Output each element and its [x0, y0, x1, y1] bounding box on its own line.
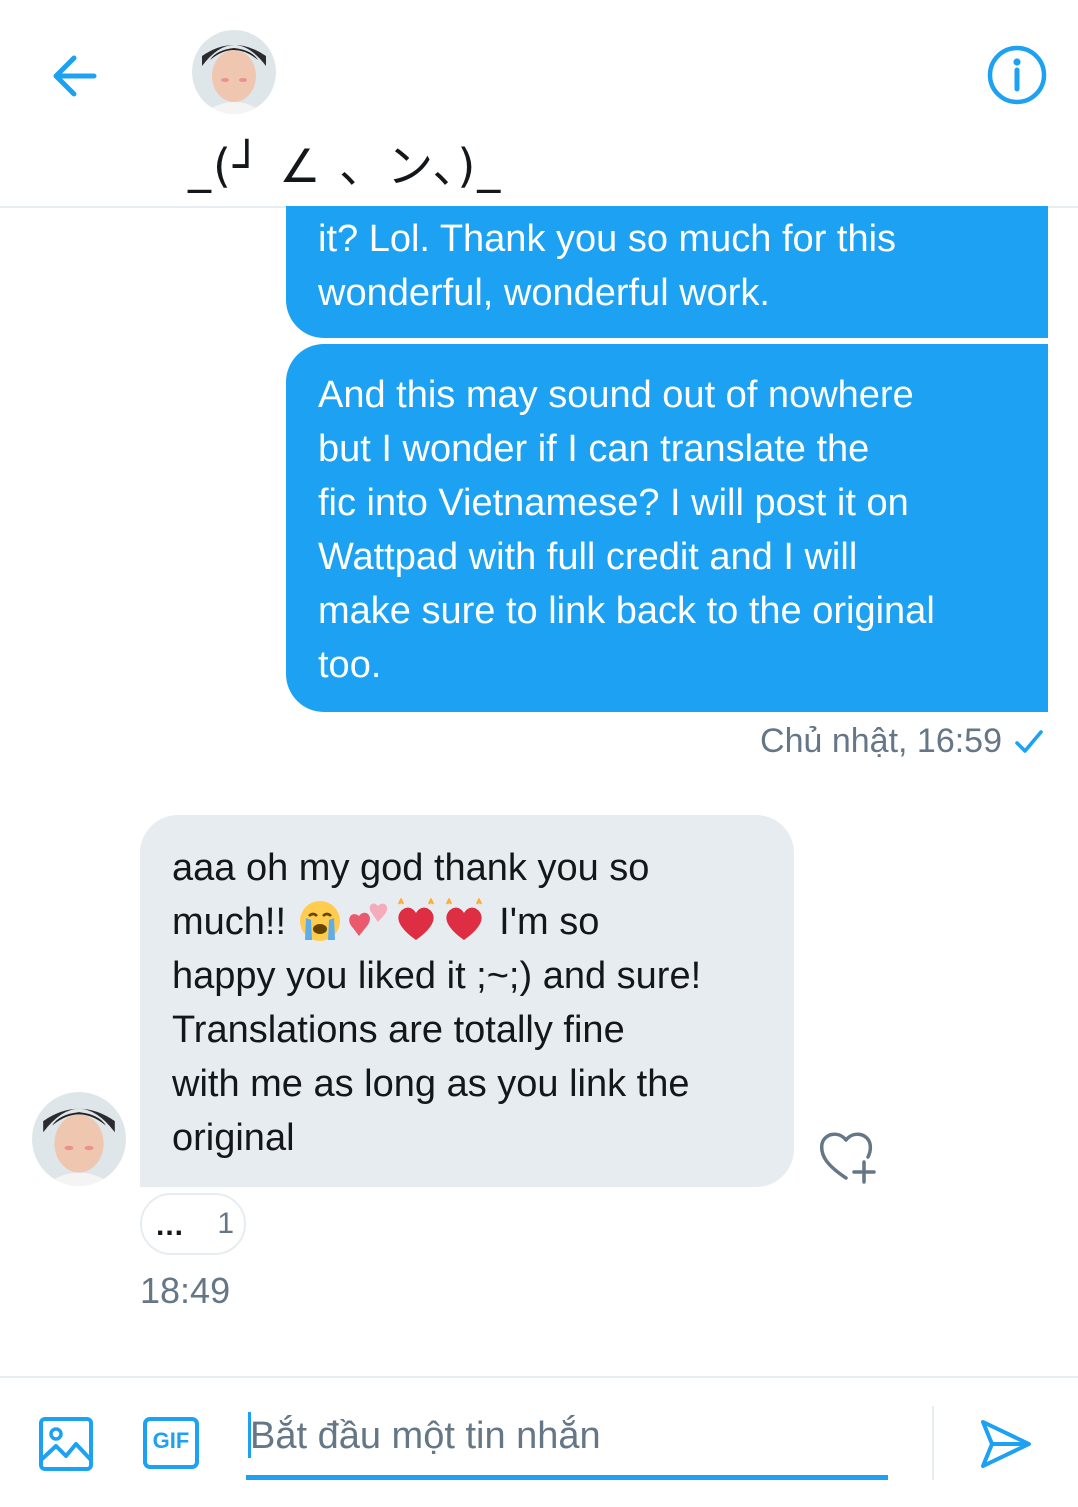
message-text: I'm so: [488, 901, 600, 943]
message-bubble-outgoing[interactable]: it? Lol. Thank you so much for this wond…: [286, 206, 1048, 338]
add-photo-button[interactable]: [38, 1416, 94, 1472]
image-icon: [39, 1417, 93, 1471]
message-bubble-incoming[interactable]: aaa oh my god thank you so much!! I'm so…: [140, 815, 794, 1187]
heart-plus-icon: [819, 1132, 876, 1184]
message-bubble-outgoing[interactable]: And this may sound out of nowhere but I …: [286, 344, 1048, 712]
send-icon: [981, 1420, 1031, 1468]
gif-button[interactable]: GIF: [142, 1416, 200, 1470]
reaction-summary[interactable]: ... 1: [140, 1193, 246, 1255]
sender-avatar[interactable]: [32, 1092, 126, 1186]
sparkling-heart-icon: [397, 898, 434, 940]
message-input-wrapper: [246, 1398, 892, 1480]
message-line: happy you liked it ;~;) and sure!: [172, 955, 702, 997]
message-line: aaa oh my god thank you so: [172, 847, 650, 889]
avatar-image: [32, 1092, 126, 1186]
sparkling-heart-icon: [445, 898, 482, 940]
send-button[interactable]: [978, 1416, 1034, 1472]
two-hearts-icon: [348, 903, 387, 936]
info-button[interactable]: [986, 44, 1048, 106]
conversation-header: _(┘ ∠ 、ン、)_: [0, 0, 1078, 208]
message-line: with me as long as you link the: [172, 1063, 690, 1105]
message-line: original: [172, 1117, 295, 1159]
message-input[interactable]: [246, 1398, 892, 1474]
message-meta: Chủ nhật, 16:59: [760, 722, 1044, 761]
contact-name[interactable]: _(┘ ∠ 、ン、)_: [188, 130, 502, 196]
info-icon: [987, 45, 1047, 105]
reaction-dots: ...: [156, 1209, 185, 1242]
contact-avatar[interactable]: [192, 30, 276, 114]
crying-face-icon: [299, 901, 340, 941]
message-text: much!!: [172, 901, 297, 943]
text-caret: [248, 1412, 251, 1458]
arrow-left-icon: [53, 55, 97, 97]
reaction-count: 1: [217, 1207, 234, 1240]
avatar-image: [192, 30, 276, 114]
gif-label: GIF: [152, 1428, 190, 1453]
message-timestamp: 18:49: [140, 1270, 231, 1311]
divider: [932, 1406, 934, 1480]
message-line: Translations are totally fine: [172, 1009, 625, 1051]
message-line: much!! I'm so: [172, 895, 762, 949]
message-timestamp: Chủ nhật, 16:59: [760, 722, 1002, 760]
message-composer: GIF: [0, 1376, 1078, 1507]
back-button[interactable]: [44, 46, 104, 106]
like-button[interactable]: [816, 1126, 882, 1186]
checkmark-icon: [1015, 729, 1043, 753]
